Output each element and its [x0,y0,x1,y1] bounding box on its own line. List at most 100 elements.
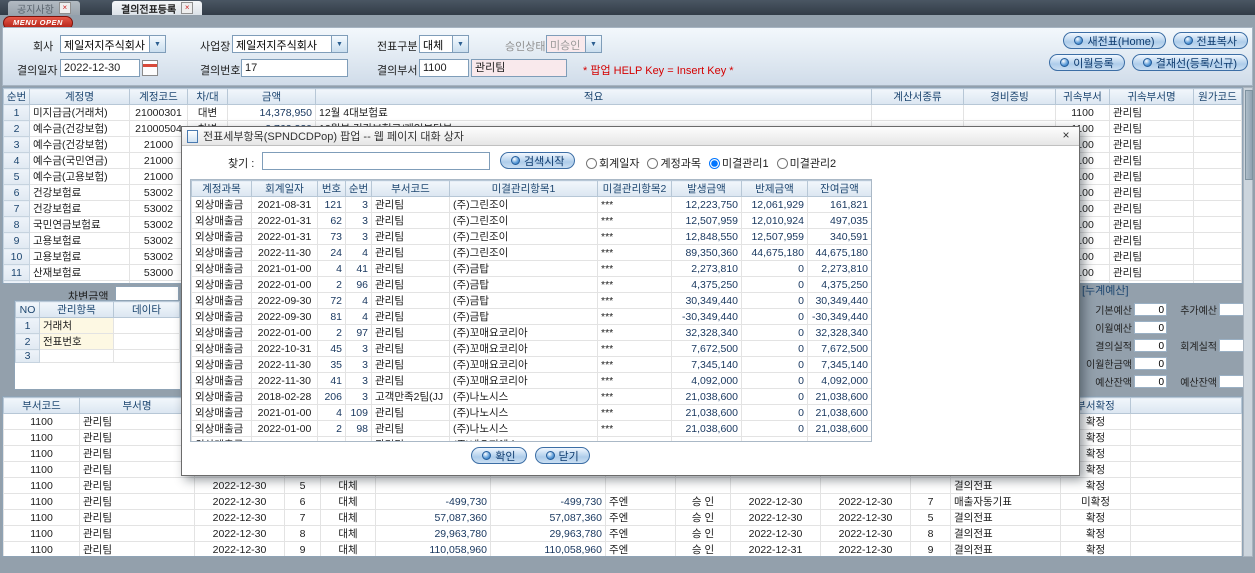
cell: 9 [3,232,30,249]
cell: (주)금탑 [449,292,598,309]
toolbar-button[interactable]: 결재선(등록/신규) [1131,54,1248,71]
cell: *** [597,292,672,309]
tab-close-icon[interactable]: × [181,2,194,14]
entry-line-row[interactable]: 1 미지급금(거래처) 21000301 대변 14,378,950 12월 4대보험료 1… [3,104,1242,121]
voucher-row[interactable]: 1100 관리팀 2022-12-30 5 대체 결의전표 확정 [3,477,1242,494]
close-icon[interactable]: × [1058,129,1074,143]
cell: 결의전표 [950,525,1061,542]
popup-search-button[interactable]: 검색시작 [500,152,576,169]
popup-radio[interactable]: 미결관리2 [776,158,836,170]
cell: 관리팀 [79,541,195,556]
cell: 관리팀 [371,228,450,245]
cell: 외상매출금 [191,308,252,325]
open-item-row[interactable]: 외상매출금 2018-02-28 206 3 고객만족2팀(JJ (주)나노시스 *** 21… [191,388,871,405]
cell: 9 [910,541,951,556]
radio-input[interactable] [586,158,597,169]
company-select[interactable]: 제일저지주식회사 ▼ [60,35,166,53]
slip-type-select[interactable]: 대체 ▼ [419,35,469,53]
radio-input[interactable] [776,158,788,169]
mgmt-item-row[interactable]: 2 전표번호 [15,333,180,350]
cell: 2018-02-28 [251,388,318,405]
debit-amount-field[interactable] [115,286,179,301]
open-item-row[interactable]: 외상매출금 2022-01-31 73 3 관리팀 (주)그린조이 *** 12,848,55… [191,228,871,245]
budget-label: 기본예산 [1095,305,1132,317]
cell: 12,061,929 [741,196,808,213]
cell [730,477,821,494]
cell: 확정 [1060,509,1131,526]
chevron-down-icon: ▼ [585,36,601,52]
open-item-row[interactable]: 외상매출금 2022-11-30 41 3 관리팀 (주)꼬매요코리아 *** 4,092,0… [191,372,871,389]
cell: 1 [15,317,40,334]
resolution-no-input[interactable] [241,59,348,77]
dept-code-input[interactable] [419,59,469,77]
cell: 1100 [3,445,80,462]
tab-notice[interactable]: 공지사항 × [8,1,80,16]
popup-radio[interactable]: 미결관리1 [708,158,769,170]
mgmt-item-row[interactable]: 3 [15,349,180,363]
open-item-row[interactable]: 외상매출금 2022-01-00 2 96 관리팀 (주)금탑 *** 4,375,250 0 4… [191,276,871,293]
cell: 6 [284,493,321,510]
radio-input[interactable] [708,158,720,169]
column-header: 귀속부서명 [1109,88,1194,105]
tab-close-icon[interactable]: × [58,2,71,14]
cell: 44,675,180 [807,244,871,261]
cell: 외상매출금 [191,212,252,229]
popup-radio[interactable]: 회계일자 [586,158,639,170]
open-item-row[interactable]: 외상매출금 2022-11-30 35 3 관리팀 (주)꼬매요코리아 *** 7,345,1… [191,356,871,373]
open-item-row[interactable]: 외상매출금 2022-10-31 45 3 관리팀 (주)꼬매요코리아 *** 7,672,5… [191,340,871,357]
cell: 21000 [129,168,188,185]
cell: 12 [3,280,30,283]
radio-input[interactable] [647,158,659,169]
open-item-row[interactable]: 외상매출금 2022-09-30 72 4 관리팀 (주)금탑 *** 30,349,440 0… [191,292,871,309]
open-item-row[interactable]: 외상매출금 2022-11-30 24 4 관리팀 (주)그린조이 *** 89,350,36… [191,244,871,261]
open-item-row[interactable]: 외상매출금 2022-01-00 2 97 관리팀 (주)꼬매요코리아 *** 32,328,… [191,324,871,341]
toolbar-button[interactable]: 전표복사 [1172,32,1248,49]
tab-voucher-entry[interactable]: 결의전표등록 × [112,1,203,16]
popup-search-input[interactable] [262,152,490,170]
cell: 2022-12-30 [820,493,911,510]
voucher-row[interactable]: 1100 관리팀 2022-12-30 8 대체 29,963,780 29,963,780… [3,525,1242,542]
open-item-row[interactable]: 외상매출금 2021-01-00 4 109 관리팀 (주)나노시스 *** 21,038,6… [191,404,871,421]
cell: 대체 [320,525,376,542]
approval-select[interactable]: 미승인 ▼ [546,35,602,53]
vertical-scrollbar[interactable] [1243,87,1253,557]
cell: 관리팀 [371,420,450,437]
toolbar-button[interactable]: 새전표(Home) [1063,32,1166,49]
cell: 확정 [1060,525,1131,542]
cell: 2017-01-00 [251,436,318,441]
open-item-row[interactable]: 외상매출금 2022-01-31 62 3 관리팀 (주)그린조이 *** 12,507,95… [191,212,871,229]
cell [1130,509,1242,526]
popup-close-button[interactable]: 닫기 [534,447,590,464]
budget-value: 0 [1134,338,1167,352]
open-item-row[interactable]: 외상매출금 2022-01-00 2 98 관리팀 (주)나노시스 *** 21,038,60… [191,420,871,437]
popup-radio[interactable]: 계정과목 [647,158,701,170]
site-select[interactable]: 제일저지주식회사 ▼ [232,35,348,53]
open-item-row[interactable]: 외상매출금 2022-09-30 81 4 관리팀 (주)금탑 *** -30,349,440… [191,308,871,325]
cell: 7,672,500 [807,340,871,357]
cell: 2022-11-30 [251,244,318,261]
voucher-row[interactable]: 1100 관리팀 2022-12-30 6 대체 -499,730 -499,730 주엔 승 … [3,493,1242,510]
voucher-row[interactable]: 1100 관리팀 2022-12-30 7 대체 57,087,360 57,087,360… [3,509,1242,526]
voucher-row[interactable]: 1100 관리팀 2022-12-30 9 대체 110,058,960 110,058,9… [3,541,1242,556]
cell: 7 [284,509,321,526]
resolution-date-input[interactable] [60,59,140,77]
cell: 3 [15,349,40,363]
cell: -499,730 [375,493,491,510]
cell: 5 [284,477,321,494]
approval-label: 승인상태 [505,41,546,53]
cell: *** [597,404,672,421]
column-header: 경비증빙 [963,88,1056,105]
cell [1130,429,1242,446]
popup-ok-button[interactable]: 확인 [471,447,527,464]
open-item-row[interactable]: 외상매출금2017-01-00458관리팀(주)네오피에스***6,324,95… [191,436,871,441]
mgmt-item-row[interactable]: 1 거래처 [15,317,180,334]
scrollbar-thumb[interactable] [1245,90,1253,180]
open-item-row[interactable]: 외상매출금 2021-08-31 121 3 관리팀 (주)그린조이 *** 12,223,7… [191,196,871,213]
toolbar-button[interactable]: 이월등록 [1049,54,1125,71]
cell: 24 [317,244,346,261]
calendar-icon[interactable] [142,60,158,76]
cell: 관리팀 [371,372,450,389]
cell [605,477,676,494]
cell: 외상매출금 [191,340,252,357]
open-item-row[interactable]: 외상매출금 2021-01-00 4 41 관리팀 (주)금탑 *** 2,273,810 0 2… [191,260,871,277]
